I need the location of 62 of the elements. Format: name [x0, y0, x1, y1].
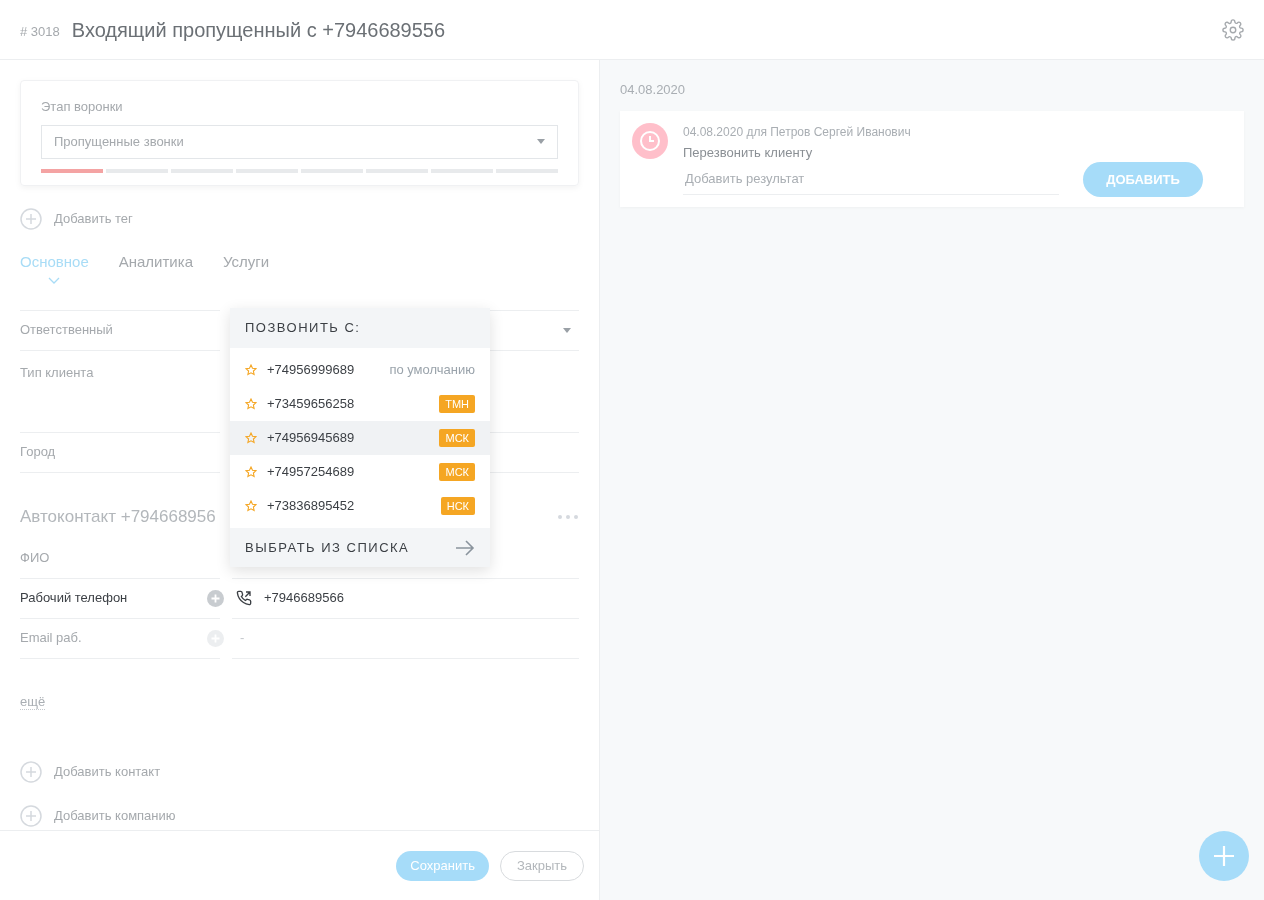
add-icon — [20, 804, 42, 827]
result-field[interactable]: Добавить результат — [683, 163, 1059, 195]
add-contact-link[interactable]: Добавить контакт — [54, 761, 161, 782]
stage-select[interactable]: Пропущенные звонки — [41, 124, 558, 159]
field-value: +7946689566 — [264, 589, 344, 608]
phone-number: +73459656258 — [267, 395, 356, 414]
phone-icon[interactable] — [236, 590, 252, 606]
stage-segment[interactable] — [41, 168, 103, 173]
star-icon — [245, 398, 257, 410]
plus-icon — [1213, 845, 1235, 867]
field-label: Город — [20, 443, 56, 462]
clock-icon — [632, 122, 668, 159]
task-text: Перезвонить клиенту — [683, 143, 814, 162]
field-label: Тип клиента — [20, 363, 94, 382]
star-icon — [245, 364, 257, 376]
add-icon[interactable] — [207, 589, 224, 607]
field-label: Ответственный — [20, 321, 113, 340]
phone-number: +74956945689 — [267, 429, 356, 448]
star-icon — [245, 466, 257, 478]
more-icon[interactable] — [557, 513, 579, 520]
add-tag-link[interactable]: Добавить тег — [54, 208, 133, 229]
region-tag: МСК — [439, 462, 475, 482]
arrow-icon — [455, 539, 475, 556]
menu-title: ПОЗВОНИТЬ С: — [245, 319, 361, 338]
add-icon — [20, 207, 42, 230]
star-icon — [245, 500, 257, 512]
caret-icon — [537, 139, 545, 144]
save-button[interactable]: Сохранить — [396, 850, 489, 881]
choose-from-list[interactable]: ВЫБРАТЬ ИЗ СПИСКА — [230, 528, 490, 567]
field-label: Рабочий телефон — [20, 589, 128, 608]
settings-icon[interactable] — [1222, 18, 1244, 41]
field-label: Этап воронки — [41, 98, 124, 116]
chevron-icon — [48, 276, 61, 284]
phone-option[interactable]: +73459656258 ТМН — [230, 387, 490, 421]
add-button[interactable]: ДОБАВИТЬ — [1083, 162, 1203, 197]
phone-number: +74956999689 — [267, 361, 356, 380]
timeline-date: 04.08.2020 — [620, 81, 687, 99]
add-icon — [20, 760, 42, 783]
field-label: ФИО — [20, 549, 50, 568]
tab[interactable]: Основное — [20, 250, 89, 275]
record-number: # 3018 — [20, 22, 60, 41]
task-meta: 04.08.2020 для Петров Сергей Иванович — [683, 123, 912, 141]
tab[interactable]: Аналитика — [118, 250, 193, 275]
add-company-link[interactable]: Добавить компанию — [54, 805, 176, 826]
default-note: по умолчанию — [389, 361, 475, 380]
contact-title: Автоконтакт +794668956 — [20, 505, 216, 528]
field-value: - — [240, 629, 245, 648]
caret-icon[interactable] — [563, 327, 571, 333]
phone-option[interactable]: +74956945689 МСК — [230, 421, 490, 455]
tab[interactable]: Услуги — [223, 250, 270, 275]
region-tag: ТМН — [439, 394, 475, 414]
page-title: Входящий пропущенный с +7946689556 — [71, 17, 446, 43]
more-link[interactable]: ещё — [20, 693, 46, 710]
phone-option[interactable]: +73836895452 НСК — [230, 489, 490, 523]
region-tag: НСК — [440, 496, 475, 516]
region-tag: МСК — [439, 428, 475, 448]
star-icon — [245, 432, 257, 444]
field-label: Email раб. — [20, 629, 82, 648]
phone-number: +73836895452 — [267, 497, 356, 516]
phone-number: +74957254689 — [267, 463, 356, 482]
phone-option[interactable]: +74957254689 МСК — [230, 455, 490, 489]
phone-option[interactable]: +74956999689 по умолчанию — [230, 353, 490, 387]
